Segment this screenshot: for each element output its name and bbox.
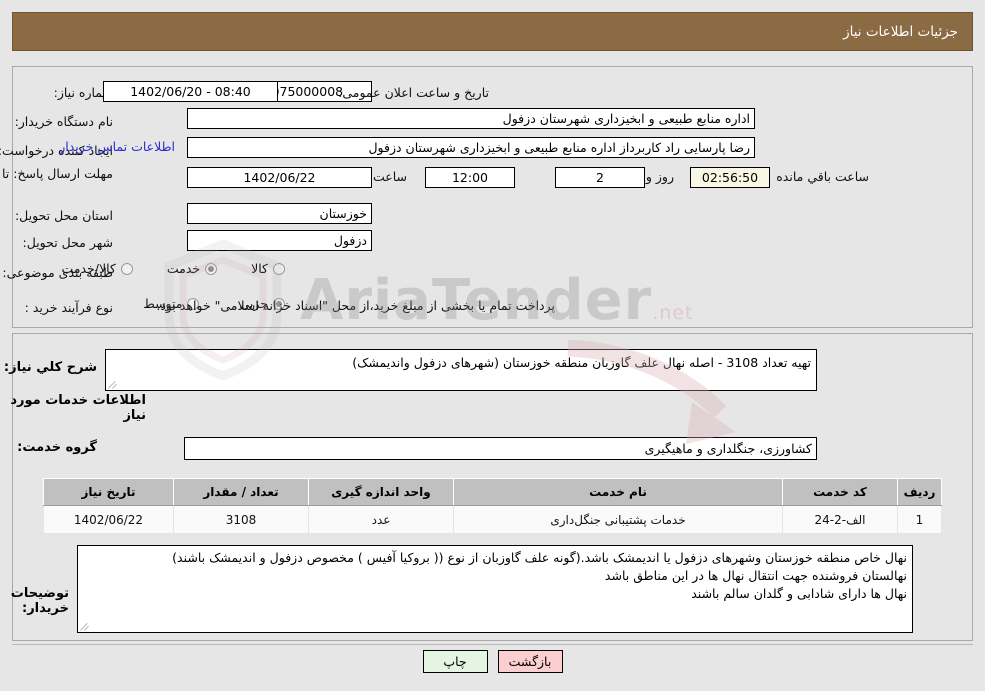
need-info-panel [12, 66, 973, 328]
page-title: جزئیات اطلاعات نیاز [843, 23, 958, 40]
buyer-notes-label: توضیحات خریدار: [10, 586, 69, 616]
request-creator-field: رضا پارسایی راد کاربرداز اداره منابع طبی… [187, 137, 755, 158]
table-row: 1 الف-2-24 خدمات پشتیبانی جنگل‌داری عدد … [43, 505, 942, 534]
city-label: شهر محل تحویل: [22, 234, 113, 250]
radio-label-kala-khedmat: کالا/خدمت [61, 261, 116, 276]
resize-handle-summary[interactable] [108, 379, 118, 389]
summary-text: تهیه تعداد 3108 - اصله نهال علف گاوزبان … [352, 355, 811, 370]
radio-option-kala[interactable]: کالا [251, 261, 285, 276]
print-button[interactable]: چاپ [422, 650, 488, 673]
subject-category-options: کالا خدمت کالا/خدمت [61, 261, 285, 276]
deadline-hour-label: ساعت [372, 169, 407, 184]
deadline-days-field: 2 [555, 167, 645, 188]
footer-buttons: بازگشت چاپ [0, 650, 985, 673]
cell-row: 1 [897, 505, 942, 534]
services-table: ردیف کد خدمت نام خدمت واحد اندازه گیری ت… [43, 478, 942, 534]
purchase-process-row: نوع فرآیند خرید : [25, 296, 113, 318]
radio-icon-khedmat[interactable] [205, 262, 218, 275]
buyer-notes-textarea[interactable]: نهال خاص منطقه خوزستان وشهرهای دزفول یا … [77, 545, 913, 633]
resize-handle-notes[interactable] [80, 621, 90, 631]
public-announce-field: 08:40 - 1402/06/20 [103, 81, 278, 102]
service-group-label: گروه خدمت: [17, 440, 97, 455]
services-section-heading: اطلاعات خدمات مورد نیاز [10, 393, 146, 423]
radio-label-khedmat: خدمت [166, 261, 201, 276]
th-row: ردیف [897, 478, 942, 506]
buyer-notes-line-1: نهال خاص منطقه خوزستان وشهرهای دزفول یا … [172, 550, 907, 565]
buyer-org-label: نام دستگاه خریدار: [14, 113, 113, 129]
radio-label-kala: کالا [251, 261, 268, 276]
cell-service-name: خدمات پشتیبانی جنگل‌داری [453, 505, 783, 534]
radio-option-khedmat[interactable]: خدمت [166, 261, 218, 276]
purchase-process-label: نوع فرآیند خرید : [24, 299, 113, 315]
deadline-label: مهلت ارسال پاسخ: تا تاریخ: [0, 166, 113, 181]
service-group-field: کشاورزی، جنگلداری و ماهیگیری [184, 437, 817, 460]
cell-need-date: 1402/06/22 [43, 505, 174, 534]
radio-icon-kala[interactable] [273, 262, 285, 275]
deadline-hour-field: 12:00 [425, 167, 515, 188]
province-field: خوزستان [187, 203, 372, 224]
radio-option-kala-khedmat[interactable]: کالا/خدمت [61, 261, 133, 276]
summary-label: شرح کلي نیاز: [3, 360, 97, 375]
deadline-days-label: روز و [645, 169, 674, 184]
buyer-org-field: اداره منابع طبیعی و ابخیزداری شهرستان دز… [187, 108, 755, 129]
summary-textarea[interactable]: تهیه تعداد 3108 - اصله نهال علف گاوزبان … [105, 349, 817, 391]
cell-service-code: الف-2-24 [782, 505, 898, 534]
radio-icon-kala-khedmat[interactable] [120, 262, 133, 275]
deadline-remaining-label: ساعت باقي مانده [776, 169, 869, 184]
buyer-notes-line-3: نهال ها دارای شادابی و گلدان سالم باشند [691, 586, 907, 602]
province-label: استان محل تحویل: [14, 207, 113, 223]
cell-unit: عدد [308, 505, 454, 534]
footer-divider [12, 644, 973, 645]
city-row: شهر محل تحویل: [23, 231, 113, 253]
buyer-contact-link[interactable]: اطلاعات تماس خریدار [59, 139, 175, 154]
deadline-date-field: 1402/06/22 [187, 167, 372, 188]
page-root: AriaTender.net جزئیات اطلاعات نیاز شماره… [0, 0, 985, 691]
back-button[interactable]: بازگشت [497, 650, 563, 673]
purchase-process-note: پرداخت تمام یا بخشی از مبلغ خرید،از محل … [156, 298, 555, 313]
buyer-org-row: نام دستگاه خریدار: [15, 110, 113, 132]
th-service-name: نام خدمت [453, 478, 783, 506]
city-field: دزفول [187, 230, 372, 251]
deadline-row-label: مهلت ارسال پاسخ: تا تاریخ: [0, 166, 113, 181]
table-header-row: ردیف کد خدمت نام خدمت واحد اندازه گیری ت… [43, 478, 942, 506]
th-unit: واحد اندازه گیری [308, 478, 454, 506]
public-announce-label: تاریخ و ساعت اعلان عمومی: [338, 84, 489, 100]
province-row: استان محل تحویل: [15, 204, 113, 226]
deadline-countdown-field: 02:56:50 [690, 167, 770, 188]
cell-quantity: 3108 [173, 505, 309, 534]
page-title-bar: جزئیات اطلاعات نیاز [12, 12, 973, 51]
buyer-notes-line-2: نهالستان فروشنده جهت انتقال نهال ها در ا… [604, 568, 907, 584]
th-service-code: کد خدمت [782, 478, 898, 506]
public-announce-row: تاریخ و ساعت اعلان عمومی: [338, 81, 489, 103]
th-need-date: تاریخ نیاز [43, 478, 174, 506]
th-quantity: تعداد / مقدار [173, 478, 309, 506]
